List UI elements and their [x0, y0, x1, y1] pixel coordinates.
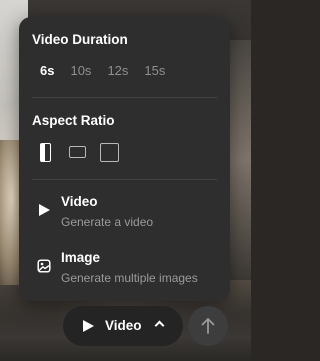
divider [32, 97, 217, 98]
image-icon [37, 259, 51, 273]
play-icon [37, 203, 51, 217]
divider [32, 179, 217, 180]
aspect-ratio-landscape-button[interactable] [64, 139, 90, 165]
video-duration-title: Video Duration [32, 32, 128, 47]
mode-option-description: Generate a video [61, 215, 154, 229]
mode-option-description: Generate multiple images [61, 271, 198, 285]
landscape-icon [68, 146, 86, 158]
chevron-up-icon [154, 320, 165, 331]
mode-selector-button[interactable]: Video [63, 306, 183, 346]
arrow-up-icon [201, 318, 215, 334]
aspect-ratio-options [32, 139, 122, 165]
play-icon [83, 320, 94, 332]
aspect-ratio-title: Aspect Ratio [32, 113, 115, 128]
mode-option-image[interactable]: Image Generate multiple images [32, 250, 222, 290]
mode-selector-label: Video [105, 318, 142, 333]
duration-option-12s[interactable]: 12s [99, 61, 136, 80]
mode-option-video[interactable]: Video Generate a video [32, 194, 222, 234]
duration-options: 6s 10s 12s 15s [32, 61, 173, 80]
aspect-ratio-portrait-button[interactable] [32, 139, 58, 165]
portrait-icon [39, 142, 51, 162]
mode-option-label: Image [61, 250, 101, 265]
duration-option-10s[interactable]: 10s [62, 61, 99, 80]
submit-button[interactable] [188, 306, 228, 346]
duration-option-15s[interactable]: 15s [136, 61, 173, 80]
mode-option-label: Video [61, 194, 98, 209]
generation-settings-popup: Video Duration 6s 10s 12s 15s Aspect Rat… [19, 17, 230, 301]
aspect-ratio-square-button[interactable] [96, 139, 122, 165]
duration-option-6s[interactable]: 6s [32, 61, 62, 80]
background-tile [229, 40, 251, 280]
square-icon [99, 142, 119, 162]
